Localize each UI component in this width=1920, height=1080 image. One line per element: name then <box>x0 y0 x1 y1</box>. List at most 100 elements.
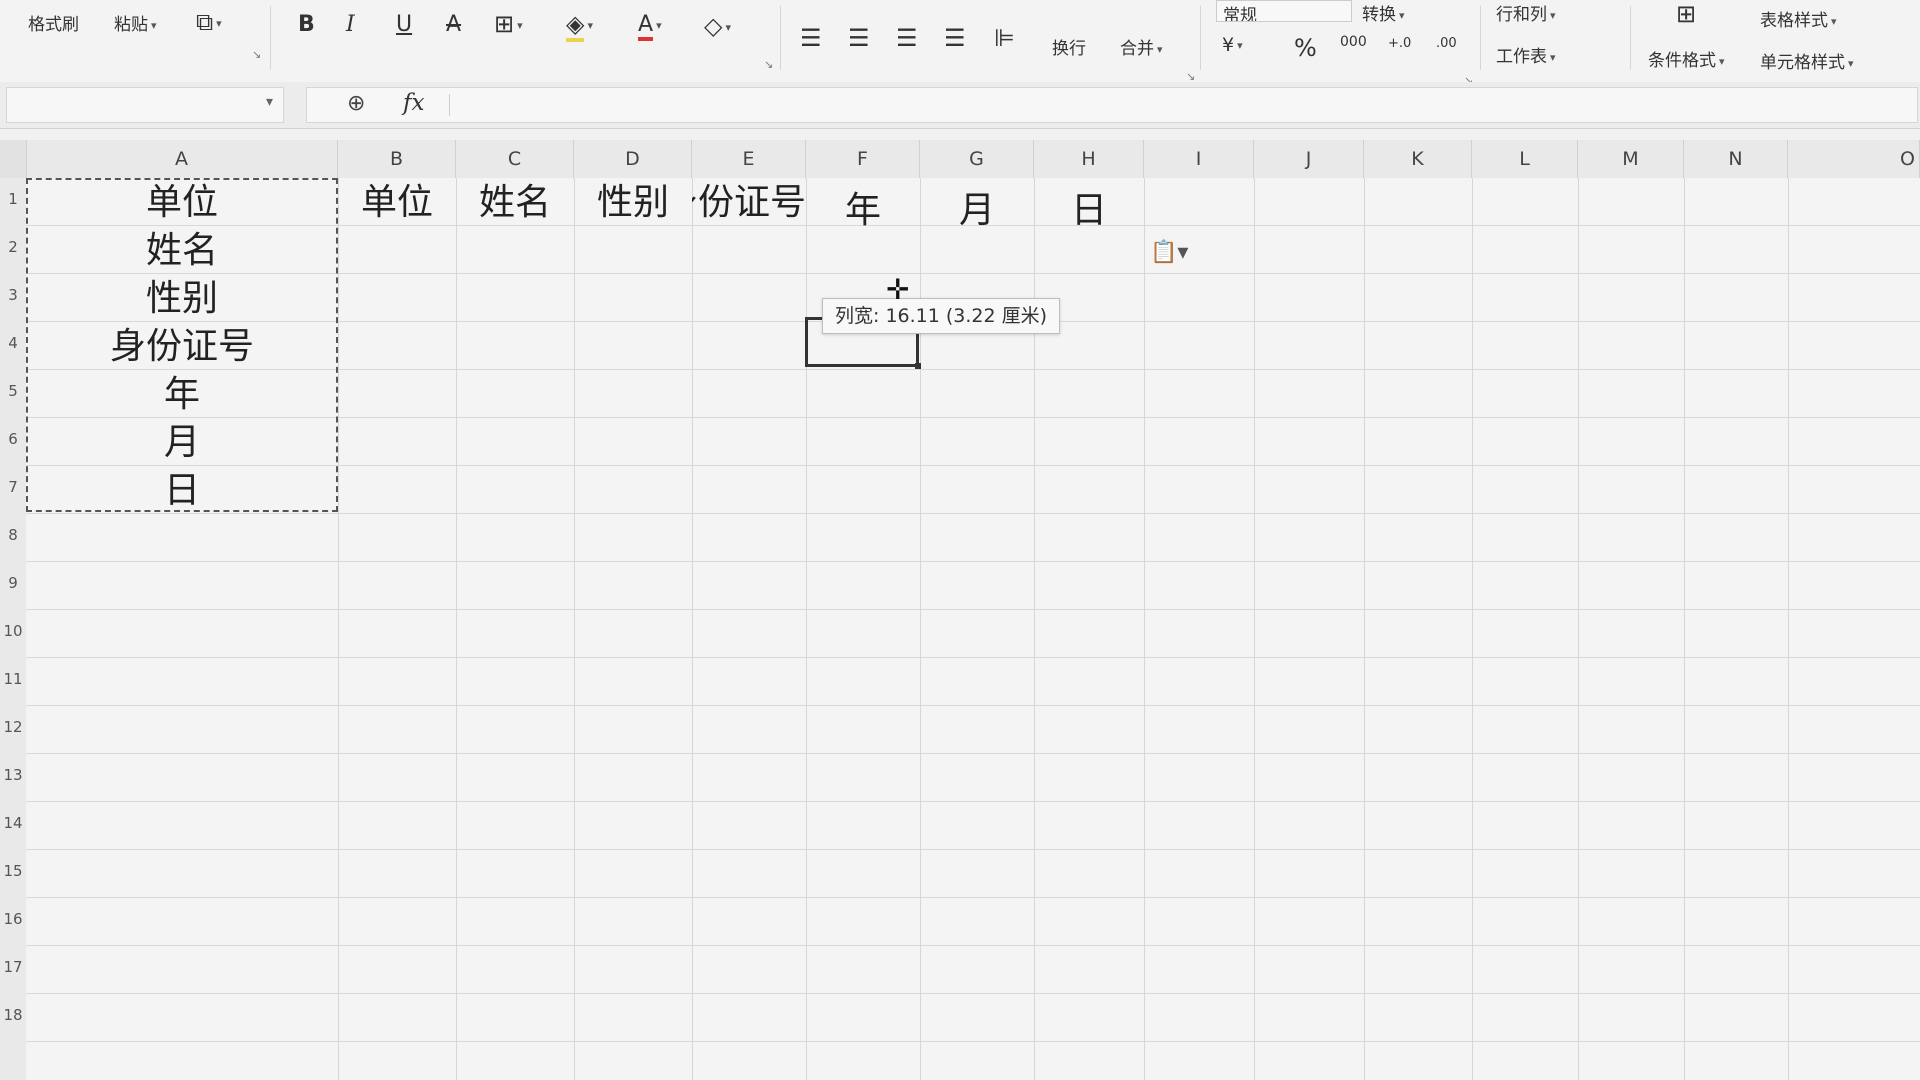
conditional-format-button[interactable]: 条件格式 ▾ <box>1648 46 1725 71</box>
merge-button[interactable]: 合并 ▾ <box>1120 34 1163 59</box>
column-gridline <box>1472 178 1473 1080</box>
ribbon-toolbar: 格式刷 粘贴 ▾ ⧉ ▾ ↘ B I U A ⊞ ▾ ◈ ▾ A ▾ ◇ ▾ ↘ ☰ ☰ ☰… <box>0 0 1920 87</box>
column-header-j[interactable]: J <box>1254 140 1364 178</box>
function-fx-icon[interactable]: fx <box>403 90 424 116</box>
currency-label: ¥ <box>1222 34 1235 56</box>
formula-bar: ▾ ⊕ fx <box>0 82 1920 129</box>
row-header[interactable]: 3 <box>0 286 26 304</box>
paste-label: 粘贴 <box>114 15 148 35</box>
cell-d1[interactable]: 性别 <box>574 180 692 226</box>
zoom-search-icon[interactable]: ⊕ <box>347 91 365 116</box>
increase-decimal-button[interactable]: +.0 <box>1388 36 1411 51</box>
divider <box>449 94 450 116</box>
clipboard-launcher-icon[interactable]: ↘ <box>252 48 261 61</box>
rows-cols-button[interactable]: 行和列 ▾ <box>1496 0 1556 25</box>
column-gridline <box>574 178 575 1080</box>
column-header-h[interactable]: H <box>1034 140 1144 178</box>
row-header[interactable]: 8 <box>0 526 26 544</box>
column-headers: A B C D E F G H I J K L M N O <box>0 140 1920 179</box>
column-gridline <box>1254 178 1255 1080</box>
table-grid-icon[interactable]: ⊞ <box>1676 0 1696 28</box>
currency-button[interactable]: ¥ ▾ <box>1222 34 1243 56</box>
cell-c1[interactable]: 姓名 <box>456 180 574 226</box>
column-header-f[interactable]: F <box>806 140 920 178</box>
copy-icon[interactable]: ⧉ ▾ <box>196 8 222 36</box>
italic-button[interactable]: I <box>346 12 355 37</box>
cell-e1[interactable]: 身份证号 <box>692 180 806 226</box>
chevron-down-icon[interactable]: ▾ <box>266 94 273 110</box>
column-header-l[interactable]: L <box>1472 140 1578 178</box>
row-header[interactable]: 7 <box>0 478 26 496</box>
row-header[interactable]: 13 <box>0 766 26 784</box>
number-format-select[interactable]: 常规 <box>1216 0 1352 22</box>
cell-style-button[interactable]: 单元格样式 ▾ <box>1760 48 1854 73</box>
borders-icon[interactable]: ⊞ ▾ <box>494 10 523 38</box>
fill-handle[interactable] <box>915 363 921 369</box>
spreadsheet-app: 格式刷 粘贴 ▾ ⧉ ▾ ↘ B I U A ⊞ ▾ ◈ ▾ A ▾ ◇ ▾ ↘ ☰ ☰ ☰… <box>0 0 1920 1080</box>
row-header[interactable]: 5 <box>0 382 26 400</box>
group-divider <box>1200 6 1201 70</box>
column-header-m[interactable]: M <box>1578 140 1684 178</box>
cell-h1[interactable]: 日 <box>1034 188 1144 234</box>
justify-icon[interactable]: ☰ <box>944 24 966 52</box>
row-header[interactable]: 17 <box>0 958 26 976</box>
row-header[interactable]: 16 <box>0 910 26 928</box>
row-header[interactable]: 1 <box>0 190 26 208</box>
cell-b1[interactable]: 单位 <box>338 180 456 226</box>
thousands-button[interactable]: 000 <box>1340 34 1367 50</box>
paste-button[interactable]: 粘贴 ▾ <box>114 10 157 35</box>
column-header-a[interactable]: A <box>26 140 338 178</box>
row-header[interactable]: 6 <box>0 430 26 448</box>
column-width-tooltip: 列宽: 16.11 (3.22 厘米) <box>822 298 1061 334</box>
row-header[interactable]: 10 <box>0 622 26 640</box>
row-header[interactable]: 11 <box>0 670 26 688</box>
convert-button[interactable]: 转换 ▾ <box>1362 0 1405 25</box>
column-gridline <box>1364 178 1365 1080</box>
align-center-icon[interactable]: ☰ <box>848 24 870 52</box>
column-header-b[interactable]: B <box>338 140 456 178</box>
cell-g1[interactable]: 月 <box>920 188 1034 234</box>
column-header-d[interactable]: D <box>574 140 692 178</box>
row-header[interactable]: 15 <box>0 862 26 880</box>
eraser-icon[interactable]: ◇ ▾ <box>704 12 731 40</box>
column-header-n[interactable]: N <box>1684 140 1788 178</box>
column-header-g[interactable]: G <box>920 140 1034 178</box>
copy-marquee <box>26 178 338 512</box>
worksheet-button[interactable]: 工作表 ▾ <box>1496 42 1556 67</box>
wrap-text-button[interactable]: 换行 <box>1052 34 1086 59</box>
strikethrough-button[interactable]: A <box>446 12 461 37</box>
column-gridline <box>1144 178 1145 1080</box>
font-color-label: A <box>638 12 654 41</box>
row-header[interactable]: 9 <box>0 574 26 592</box>
row-header[interactable]: 2 <box>0 238 26 256</box>
column-gridline <box>692 178 693 1080</box>
select-all-corner[interactable] <box>0 140 27 178</box>
table-style-button[interactable]: 表格样式 ▾ <box>1760 6 1837 31</box>
column-header-k[interactable]: K <box>1364 140 1472 178</box>
font-color-button[interactable]: A ▾ <box>638 12 662 41</box>
row-header[interactable]: 12 <box>0 718 26 736</box>
underline-button[interactable]: U <box>396 12 412 37</box>
font-launcher-icon[interactable]: ↘ <box>764 58 773 71</box>
row-headers: 1 2 3 4 5 6 7 8 9 10 11 12 13 14 15 16 1… <box>0 178 27 1080</box>
row-header[interactable]: 14 <box>0 814 26 832</box>
distributed-align-icon[interactable]: ⊫ <box>994 24 1015 52</box>
convert-label: 转换 <box>1362 5 1396 25</box>
row-header[interactable]: 18 <box>0 1006 26 1024</box>
column-header-o[interactable]: O <box>1788 140 1920 178</box>
paste-options-icon[interactable]: 📋▾ <box>1150 240 1188 265</box>
cell-f1[interactable]: 年 <box>806 188 920 234</box>
row-header[interactable]: 4 <box>0 334 26 352</box>
align-left-icon[interactable]: ☰ <box>800 24 822 52</box>
spreadsheet-grid: A B C D E F G H I J K L M N O 1 2 3 4 5 … <box>0 140 1920 1080</box>
decrease-decimal-button[interactable]: .00 <box>1436 36 1457 51</box>
column-header-e[interactable]: E <box>692 140 806 178</box>
align-right-icon[interactable]: ☰ <box>896 24 918 52</box>
percent-button[interactable]: % <box>1294 34 1317 62</box>
column-header-c[interactable]: C <box>456 140 574 178</box>
fill-color-icon[interactable]: ◈ ▾ <box>566 10 593 42</box>
format-painter-button[interactable]: 格式刷 <box>28 10 79 35</box>
name-box[interactable]: ▾ <box>6 87 284 123</box>
column-header-i[interactable]: I <box>1144 140 1254 178</box>
bold-button[interactable]: B <box>298 12 315 37</box>
